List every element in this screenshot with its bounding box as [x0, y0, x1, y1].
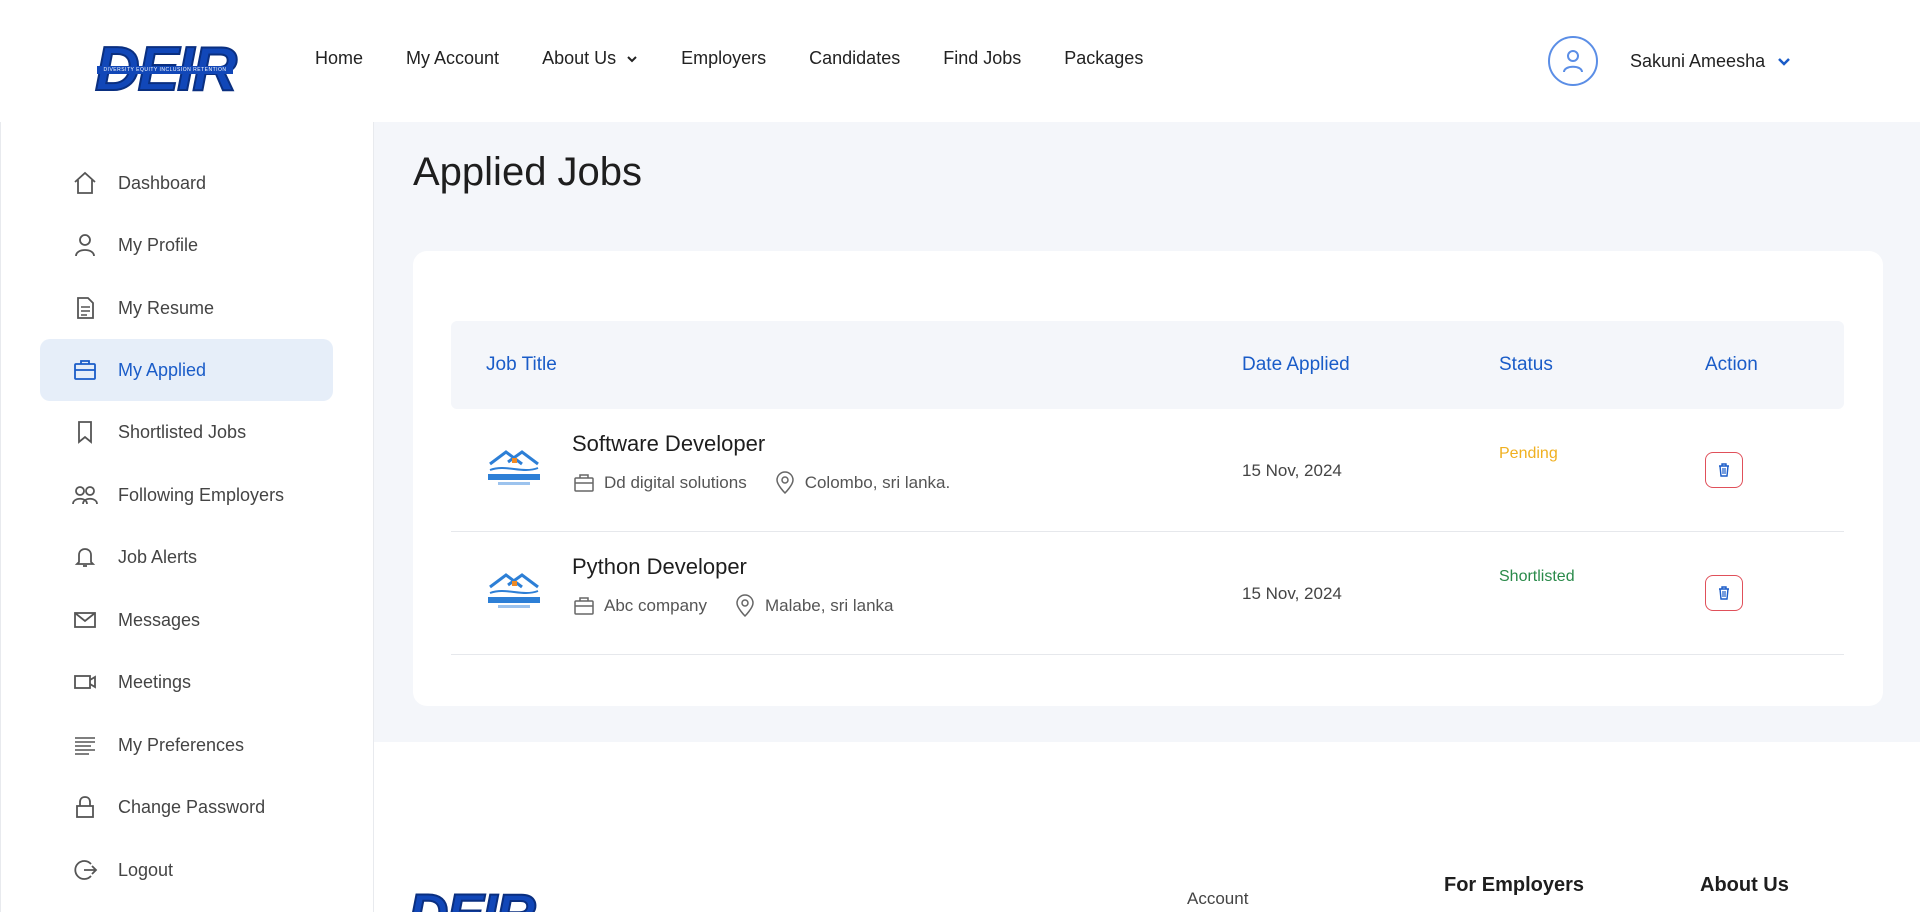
trash-icon — [1719, 586, 1729, 600]
sidebar-item-label: My Resume — [118, 297, 215, 318]
briefcase-icon — [572, 594, 596, 618]
footer-logo[interactable]: DEIR — [408, 884, 538, 912]
trash-icon — [1719, 463, 1729, 477]
company-logo-icon — [488, 573, 540, 608]
bell-icon — [72, 544, 98, 570]
users-icon — [72, 482, 98, 508]
nav-about-us[interactable]: About Us — [542, 48, 638, 69]
top-header: DEIR DIVERSITY EQUITY INCLUSION RETENTIO… — [0, 0, 1920, 122]
table-header: Job Title Date Applied Status Action — [451, 321, 1844, 409]
company-logo-icon — [488, 450, 540, 485]
job-meta: Dd digital solutions Colombo, sri lanka. — [572, 471, 950, 495]
table-row[interactable]: Python Developer Abc company Malabe, sri… — [451, 532, 1844, 655]
user-avatar-icon[interactable] — [1548, 36, 1598, 86]
sidebar-item-meetings[interactable]: Meetings — [40, 651, 333, 713]
footer-heading-for-employers: For Employers — [1444, 874, 1585, 896]
col-job-title[interactable]: Job Title — [486, 321, 557, 409]
status-badge: Pending — [1499, 445, 1558, 462]
date-applied: 15 Nov, 2024 — [1242, 584, 1342, 603]
job-title[interactable]: Software Developer — [572, 431, 765, 457]
sidebar-item-label: Shortlisted Jobs — [118, 421, 247, 442]
sidebar-item-label: My Preferences — [118, 734, 245, 755]
sidebar-item-label: My Profile — [118, 234, 199, 255]
sidebar-item-logout[interactable]: Logout — [40, 839, 333, 901]
delete-button[interactable] — [1705, 575, 1743, 611]
nav-find-jobs[interactable]: Find Jobs — [943, 48, 1021, 69]
footer-logo-word: DEIR — [408, 884, 538, 912]
sidebar-item-job-alerts[interactable]: Job Alerts — [40, 526, 333, 588]
user-menu[interactable]: Sakuni Ameesha — [1548, 36, 1791, 86]
delete-button[interactable] — [1705, 452, 1743, 488]
sidebar-item-dashboard[interactable]: Dashboard — [40, 152, 333, 214]
mail-icon — [72, 607, 98, 633]
nav-candidates[interactable]: Candidates — [809, 48, 900, 69]
document-icon — [72, 295, 98, 321]
user-name: Sakuni Ameesha — [1630, 50, 1766, 71]
logout-icon — [72, 857, 98, 883]
lock-icon — [72, 794, 98, 820]
nav-label: Employers — [681, 48, 767, 68]
footer-heading-about-us: About Us — [1700, 874, 1789, 896]
sidebar-item-my-resume[interactable]: My Resume — [40, 277, 333, 339]
sidebar-item-change-password[interactable]: Change Password — [40, 776, 333, 838]
chevron-down-icon — [627, 55, 637, 62]
nav-home[interactable]: Home — [315, 48, 363, 69]
job-title[interactable]: Python Developer — [572, 554, 747, 580]
sidebar-item-label: Dashboard — [118, 172, 207, 193]
nav-employers[interactable]: Employers — [681, 48, 766, 69]
home-icon — [72, 170, 98, 196]
briefcase-icon — [72, 357, 98, 383]
user-icon — [72, 232, 98, 258]
location-pin-icon — [773, 471, 797, 495]
sidebar-item-messages[interactable]: Messages — [40, 589, 333, 651]
footer-link-account[interactable]: Account — [1187, 889, 1248, 909]
video-icon — [72, 669, 98, 695]
lines-icon — [72, 732, 98, 758]
sidebar-item-label: Change Password — [118, 796, 266, 817]
page-title: Applied Jobs — [413, 150, 643, 194]
bookmark-icon — [72, 419, 98, 445]
location-pin-icon — [733, 594, 757, 618]
nav-label: Candidates — [809, 48, 901, 68]
col-action: Action — [1705, 354, 1758, 375]
company-name: Dd digital solutions — [604, 473, 747, 492]
job-meta: Abc company Malabe, sri lanka — [572, 594, 894, 618]
nav-label: Home — [315, 48, 364, 68]
sidebar-item-label: Logout — [118, 859, 174, 880]
col-status[interactable]: Status — [1499, 321, 1553, 409]
sidebar-item-label: Following Employers — [118, 484, 285, 505]
sidebar-item-my-preferences[interactable]: My Preferences — [40, 714, 333, 776]
nav-my-account[interactable]: My Account — [406, 48, 499, 69]
nav-label: Packages — [1064, 48, 1144, 68]
company-name: Abc company — [604, 596, 707, 615]
person-icon — [1563, 50, 1583, 73]
nav-packages[interactable]: Packages — [1064, 48, 1143, 69]
sidebar-item-label: Job Alerts — [118, 546, 198, 567]
main-nav: Home My Account About Us Employers Candi… — [315, 48, 1186, 69]
job-location: Malabe, sri lanka — [765, 596, 894, 615]
col-date-applied[interactable]: Date Applied — [1242, 321, 1350, 409]
nav-label: Find Jobs — [943, 48, 1022, 68]
sidebar-item-label: Meetings — [118, 671, 192, 692]
deir-logo[interactable]: DEIR DIVERSITY EQUITY INCLUSION RETENTIO… — [94, 35, 238, 105]
briefcase-icon — [572, 471, 596, 495]
job-location: Colombo, sri lanka. — [804, 473, 951, 492]
sidebar-item-label: My Applied — [118, 359, 207, 380]
table-row[interactable]: Software Developer Dd digital solutions … — [451, 409, 1844, 532]
logo-tagline: DIVERSITY EQUITY INCLUSION RETENTION — [97, 66, 233, 74]
sidebar-item-shortlisted-jobs[interactable]: Shortlisted Jobs — [40, 401, 333, 463]
nav-label: My Account — [406, 48, 500, 68]
sidebar-item-following-employers[interactable]: Following Employers — [40, 464, 333, 526]
sidebar-item-label: Messages — [118, 609, 201, 630]
chevron-down-icon[interactable] — [1777, 54, 1791, 68]
date-applied: 15 Nov, 2024 — [1242, 461, 1342, 480]
nav-label: About Us — [542, 48, 617, 68]
status-badge: Shortlisted — [1499, 568, 1575, 585]
sidebar-item-my-profile[interactable]: My Profile — [40, 214, 333, 276]
sidebar-item-my-applied[interactable]: My Applied — [40, 339, 333, 401]
dashboard-sidebar: Dashboard My Profile My Resume My Applie… — [0, 122, 374, 912]
